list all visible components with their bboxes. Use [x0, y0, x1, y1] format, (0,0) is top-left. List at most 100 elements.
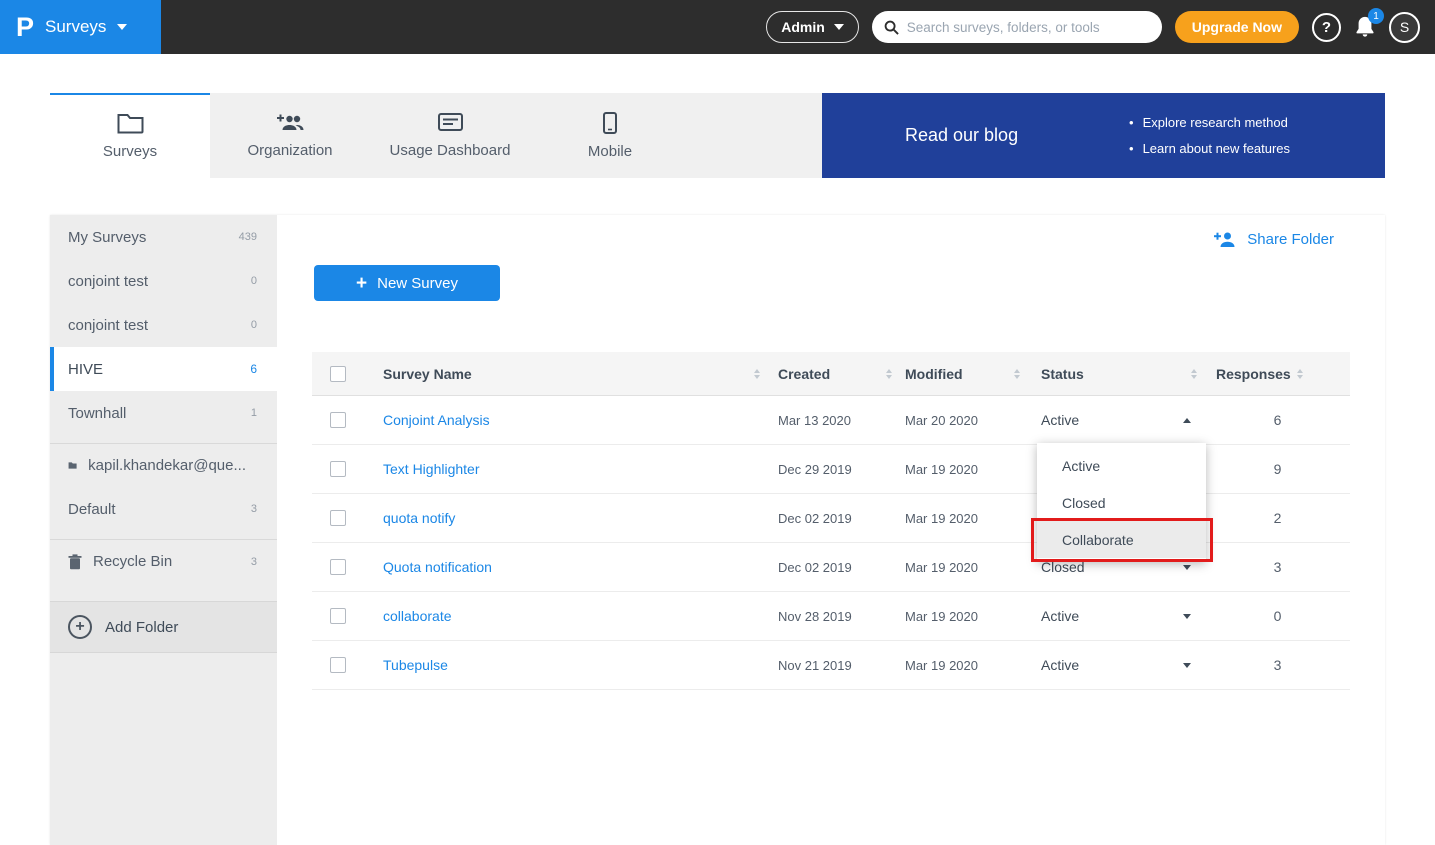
add-folder-button[interactable]: Add Folder	[50, 601, 277, 653]
help-button[interactable]: ?	[1312, 13, 1341, 42]
notification-badge: 1	[1368, 8, 1384, 24]
tab-mobile[interactable]: Mobile	[530, 93, 690, 178]
row-checkbox[interactable]	[330, 559, 346, 575]
chevron-down-icon[interactable]	[1183, 663, 1191, 668]
survey-name-link[interactable]: Tubepulse	[383, 657, 448, 673]
modified-date: Mar 19 2020	[905, 560, 978, 575]
header-created: Created	[770, 366, 898, 382]
tab-organization[interactable]: Organization	[210, 93, 370, 178]
survey-name-link[interactable]: Text Highlighter	[383, 461, 480, 477]
search-input[interactable]	[907, 20, 1150, 35]
chevron-down-icon	[834, 24, 844, 30]
header-survey-name: Survey Name	[370, 366, 770, 382]
mobile-icon	[603, 112, 617, 134]
chevron-down-icon[interactable]	[1183, 565, 1191, 570]
sort-icon[interactable]	[1014, 369, 1020, 379]
sort-icon[interactable]	[886, 369, 892, 379]
user-avatar[interactable]: S	[1389, 12, 1420, 43]
status-option-active[interactable]: Active	[1037, 447, 1206, 484]
row-checkbox[interactable]	[330, 412, 346, 428]
tab-label: Organization	[247, 142, 332, 159]
responses-count: 2	[1205, 510, 1350, 526]
folder-icon	[117, 113, 144, 134]
tab-surveys[interactable]: Surveys	[50, 93, 210, 178]
created-date: Dec 29 2019	[778, 462, 852, 477]
sidebar-item-conjoint-test-1[interactable]: conjoint test 0	[50, 259, 277, 303]
header-label: Created	[778, 366, 830, 382]
row-checkbox[interactable]	[330, 657, 346, 673]
sort-icon[interactable]	[754, 369, 760, 379]
new-survey-button[interactable]: + New Survey	[314, 265, 500, 301]
survey-name-link[interactable]: quota notify	[383, 510, 455, 526]
created-date: Nov 28 2019	[778, 609, 852, 624]
banner-bullet: Learn about new features	[1129, 141, 1290, 156]
product-name: Surveys	[45, 17, 106, 37]
folder-count: 6	[250, 362, 257, 376]
header-checkbox-cell	[312, 366, 370, 382]
table-row: Tubepulse Nov 21 2019 Mar 19 2020 Active…	[312, 641, 1350, 690]
header-label: Survey Name	[383, 366, 472, 382]
table-row: collaborate Nov 28 2019 Mar 19 2020 Acti…	[312, 592, 1350, 641]
sidebar-item-hive[interactable]: HIVE 6	[50, 347, 277, 391]
tab-usage-dashboard[interactable]: Usage Dashboard	[370, 93, 530, 178]
tab-label: Mobile	[588, 143, 632, 160]
admin-label: Admin	[781, 19, 825, 35]
admin-dropdown[interactable]: Admin	[766, 11, 859, 43]
folder-label: conjoint test	[68, 317, 148, 334]
modified-date: Mar 19 2020	[905, 658, 978, 673]
tabs: Surveys Organization	[50, 93, 822, 178]
folder-label: Default	[68, 501, 116, 518]
trash-icon	[68, 554, 82, 570]
surveys-panel: Share Folder + New Survey Survey Name	[277, 215, 1385, 845]
plus-icon: +	[356, 274, 367, 293]
header-label: Responses	[1216, 366, 1291, 382]
row-checkbox[interactable]	[330, 510, 346, 526]
select-all-checkbox[interactable]	[330, 366, 346, 382]
upgrade-button[interactable]: Upgrade Now	[1175, 11, 1299, 43]
questionpro-logo: P	[16, 12, 34, 43]
table-header-row: Survey Name Created Modified Status	[312, 352, 1350, 396]
row-checkbox[interactable]	[330, 461, 346, 477]
survey-name-link[interactable]: Conjoint Analysis	[383, 412, 490, 428]
responses-count: 3	[1205, 657, 1350, 673]
sidebar-item-townhall[interactable]: Townhall 1	[50, 391, 277, 435]
product-switcher[interactable]: P Surveys	[0, 0, 161, 54]
content-card: My Surveys 439 conjoint test 0 conjoint …	[50, 215, 1385, 845]
survey-name-link[interactable]: collaborate	[383, 608, 452, 624]
folder-count: 439	[239, 231, 257, 243]
header-responses: Responses	[1205, 366, 1350, 382]
sidebar-item-conjoint-test-2[interactable]: conjoint test 0	[50, 303, 277, 347]
chevron-up-icon[interactable]	[1183, 418, 1191, 423]
table-row: Conjoint Analysis Mar 13 2020 Mar 20 202…	[312, 396, 1350, 445]
sort-icon[interactable]	[1191, 369, 1197, 379]
status-option-collaborate[interactable]: Collaborate	[1037, 521, 1206, 558]
global-search[interactable]	[872, 11, 1162, 43]
dashboard-icon	[438, 113, 463, 133]
share-folder-button[interactable]: Share Folder	[1213, 231, 1334, 248]
sidebar-item-default[interactable]: Default 3	[50, 487, 277, 531]
responses-count: 6	[1205, 412, 1350, 428]
created-date: Mar 13 2020	[778, 413, 851, 428]
folder-label: conjoint test	[68, 273, 148, 290]
add-folder-label: Add Folder	[105, 619, 178, 636]
search-icon	[884, 20, 899, 35]
question-mark-icon: ?	[1322, 19, 1331, 36]
notifications-button[interactable]: 1	[1354, 15, 1376, 39]
share-person-icon	[1213, 231, 1236, 248]
status-option-closed[interactable]: Closed	[1037, 484, 1206, 521]
row-checkbox[interactable]	[330, 608, 346, 624]
created-date: Dec 02 2019	[778, 560, 852, 575]
sidebar-item-my-surveys[interactable]: My Surveys 439	[50, 215, 277, 259]
survey-name-link[interactable]: Quota notification	[383, 559, 492, 575]
sidebar-item-recycle-bin[interactable]: Recycle Bin 3	[50, 539, 277, 583]
folder-label: Townhall	[68, 405, 126, 422]
people-plus-icon	[276, 112, 304, 133]
responses-count: 9	[1205, 461, 1350, 477]
sidebar-item-shared-folder[interactable]: kapil.khandekar@que...	[50, 443, 277, 487]
banner-title: Read our blog	[905, 125, 1018, 146]
status-value: Active	[1041, 608, 1079, 624]
tab-label: Usage Dashboard	[390, 142, 511, 159]
chevron-down-icon[interactable]	[1183, 614, 1191, 619]
blog-banner[interactable]: Read our blog Explore research method Le…	[822, 93, 1385, 178]
sort-icon[interactable]	[1297, 369, 1303, 379]
